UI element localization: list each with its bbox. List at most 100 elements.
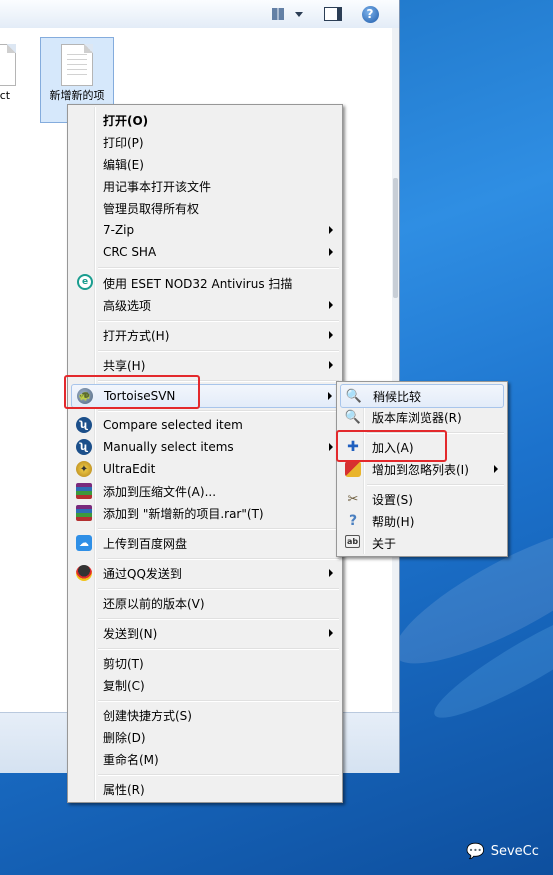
menu-item-add-to-archive[interactable]: 添加到压缩文件(A)... bbox=[71, 480, 339, 502]
menu-item-baidu-upload[interactable]: ☁ 上传到百度网盘 bbox=[71, 532, 339, 554]
menu-item-open[interactable]: 打开(O) bbox=[71, 109, 339, 131]
menu-item-eset-scan[interactable]: e 使用 ESET NOD32 Antivirus 扫描 bbox=[71, 272, 339, 294]
desktop-light-streak bbox=[424, 587, 553, 733]
menu-item-cut[interactable]: 剪切(T) bbox=[71, 652, 339, 674]
submenu-arrow-icon bbox=[329, 301, 333, 309]
menu-separator bbox=[98, 380, 339, 382]
menu-item-tortoisesvn[interactable]: 🐢 TortoiseSVN bbox=[71, 384, 339, 408]
menu-item-label: 属性(R) bbox=[103, 782, 145, 797]
preview-pane-icon bbox=[324, 7, 342, 21]
menu-item-label: 添加到 "新增新的项目.rar"(T) bbox=[103, 506, 264, 521]
submenu-arrow-icon bbox=[494, 465, 498, 473]
preview-pane-button[interactable] bbox=[324, 4, 342, 24]
change-view-button[interactable] bbox=[270, 4, 286, 24]
menu-separator bbox=[98, 700, 339, 702]
menu-item-label: 添加到压缩文件(A)... bbox=[103, 484, 217, 499]
menu-item-restore-versions[interactable]: 还原以前的版本(V) bbox=[71, 592, 339, 614]
menu-item-label: 版本库浏览器(R) bbox=[372, 410, 462, 425]
menu-item-label: 重命名(M) bbox=[103, 752, 159, 767]
menu-item-7zip[interactable]: 7-Zip bbox=[71, 219, 339, 241]
submenu-arrow-icon bbox=[329, 248, 333, 256]
ultraedit-icon: ✦ bbox=[76, 461, 92, 477]
menu-item-label: 增加到忽略列表(I) bbox=[372, 462, 469, 477]
help-button[interactable]: ? bbox=[360, 4, 380, 24]
context-menu: 打开(O) 打印(P) 编辑(E) 用记事本打开该文件 管理员取得所有权 7-Z… bbox=[67, 104, 343, 803]
tortoisesvn-icon: 🐢 bbox=[77, 388, 93, 404]
winrar-icon bbox=[76, 483, 92, 499]
menu-item-label: 使用 ESET NOD32 Antivirus 扫描 bbox=[103, 276, 293, 291]
menu-item-label: 复制(C) bbox=[103, 678, 145, 693]
menu-item-label: 7-Zip bbox=[103, 223, 135, 237]
chevron-down-icon bbox=[295, 11, 303, 17]
svn-item-diff-later[interactable]: 🔍 稍候比较 bbox=[340, 384, 504, 408]
menu-item-label: 发送到(N) bbox=[103, 626, 158, 641]
menu-item-advanced-options[interactable]: 高级选项 bbox=[71, 294, 339, 316]
file-name: ject bbox=[0, 89, 11, 102]
menu-item-open-with[interactable]: 打开方式(H) bbox=[71, 324, 339, 346]
svn-item-add-to-ignore[interactable]: 增加到忽略列表(I) bbox=[340, 458, 504, 480]
settings-icon: ✂ bbox=[347, 491, 359, 507]
menu-item-rename[interactable]: 重命名(M) bbox=[71, 748, 339, 770]
menu-item-label: 删除(D) bbox=[103, 730, 146, 745]
vertical-scrollbar[interactable] bbox=[392, 28, 399, 712]
menu-item-edit[interactable]: 编辑(E) bbox=[71, 153, 339, 175]
svn-item-about[interactable]: ab 关于 bbox=[340, 532, 504, 554]
menu-item-send-via-qq[interactable]: 通过QQ发送到 bbox=[71, 562, 339, 584]
menu-item-label: TortoiseSVN bbox=[104, 389, 176, 403]
svn-item-repo-browser[interactable]: 🔍 版本库浏览器(R) bbox=[340, 406, 504, 428]
repo-browser-icon: 🔍 bbox=[344, 409, 362, 425]
menu-item-copy[interactable]: 复制(C) bbox=[71, 674, 339, 696]
menu-item-send-to[interactable]: 发送到(N) bbox=[71, 622, 339, 644]
menu-item-take-ownership[interactable]: 管理员取得所有权 bbox=[71, 197, 339, 219]
menu-item-crc-sha[interactable]: CRC SHA bbox=[71, 241, 339, 263]
scrollbar-thumb[interactable] bbox=[393, 178, 398, 298]
menu-separator bbox=[98, 648, 339, 650]
menu-item-label: 帮助(H) bbox=[372, 514, 415, 529]
menu-item-label: 编辑(E) bbox=[103, 157, 144, 172]
menu-item-label: 打印(P) bbox=[103, 135, 144, 150]
menu-item-label: 稍候比较 bbox=[373, 389, 422, 404]
menu-item-label: 剪切(T) bbox=[103, 656, 144, 671]
view-options-dropdown[interactable] bbox=[292, 4, 306, 24]
menu-item-label: 管理员取得所有权 bbox=[103, 201, 200, 216]
menu-item-delete[interactable]: 删除(D) bbox=[71, 726, 339, 748]
view-icon bbox=[272, 8, 284, 20]
menu-item-label: CRC SHA bbox=[103, 245, 157, 259]
menu-item-label: Compare selected item bbox=[103, 418, 243, 432]
menu-item-manually-select[interactable]: ʯ Manually select items bbox=[71, 436, 339, 458]
submenu-arrow-icon bbox=[329, 226, 333, 234]
menu-item-label: 通过QQ发送到 bbox=[103, 566, 182, 581]
svn-item-help[interactable]: ? 帮助(H) bbox=[340, 510, 504, 532]
menu-item-label: 高级选项 bbox=[103, 298, 152, 313]
menu-item-create-shortcut[interactable]: 创建快捷方式(S) bbox=[71, 704, 339, 726]
menu-item-label: 打开方式(H) bbox=[103, 328, 170, 343]
menu-item-label: UltraEdit bbox=[103, 462, 156, 476]
add-icon: ✚ bbox=[347, 439, 359, 455]
menu-item-open-with-notepad[interactable]: 用记事本打开该文件 bbox=[71, 175, 339, 197]
baidu-cloud-icon: ☁ bbox=[76, 535, 92, 551]
menu-separator bbox=[98, 588, 339, 590]
menu-item-share[interactable]: 共享(H) bbox=[71, 354, 339, 376]
menu-item-compare-selected[interactable]: ʯ Compare selected item bbox=[71, 414, 339, 436]
menu-item-label: 用记事本打开该文件 bbox=[103, 179, 212, 194]
menu-item-label: 还原以前的版本(V) bbox=[103, 596, 205, 611]
eset-icon: e bbox=[77, 274, 93, 290]
menu-separator bbox=[98, 618, 339, 620]
compare-icon: ʯ bbox=[76, 439, 92, 455]
menu-item-ultraedit[interactable]: ✦ UltraEdit bbox=[71, 458, 339, 480]
submenu-arrow-icon bbox=[329, 361, 333, 369]
explorer-toolbar: ? bbox=[0, 0, 399, 29]
svn-item-add[interactable]: ✚ 加入(A) bbox=[340, 436, 504, 458]
menu-separator bbox=[98, 410, 339, 412]
file-item[interactable]: ject bbox=[0, 38, 22, 118]
watermark: 💬 SeveCc bbox=[466, 842, 539, 860]
menu-item-label: Manually select items bbox=[103, 440, 234, 454]
menu-item-print[interactable]: 打印(P) bbox=[71, 131, 339, 153]
menu-item-label: 创建快捷方式(S) bbox=[103, 708, 192, 723]
svn-item-settings[interactable]: ✂ 设置(S) bbox=[340, 488, 504, 510]
menu-item-add-to-rar[interactable]: 添加到 "新增新的项目.rar"(T) bbox=[71, 502, 339, 524]
submenu-arrow-icon bbox=[329, 331, 333, 339]
ignore-icon bbox=[345, 461, 361, 477]
wechat-icon: 💬 bbox=[466, 842, 485, 860]
menu-item-properties[interactable]: 属性(R) bbox=[71, 778, 339, 800]
